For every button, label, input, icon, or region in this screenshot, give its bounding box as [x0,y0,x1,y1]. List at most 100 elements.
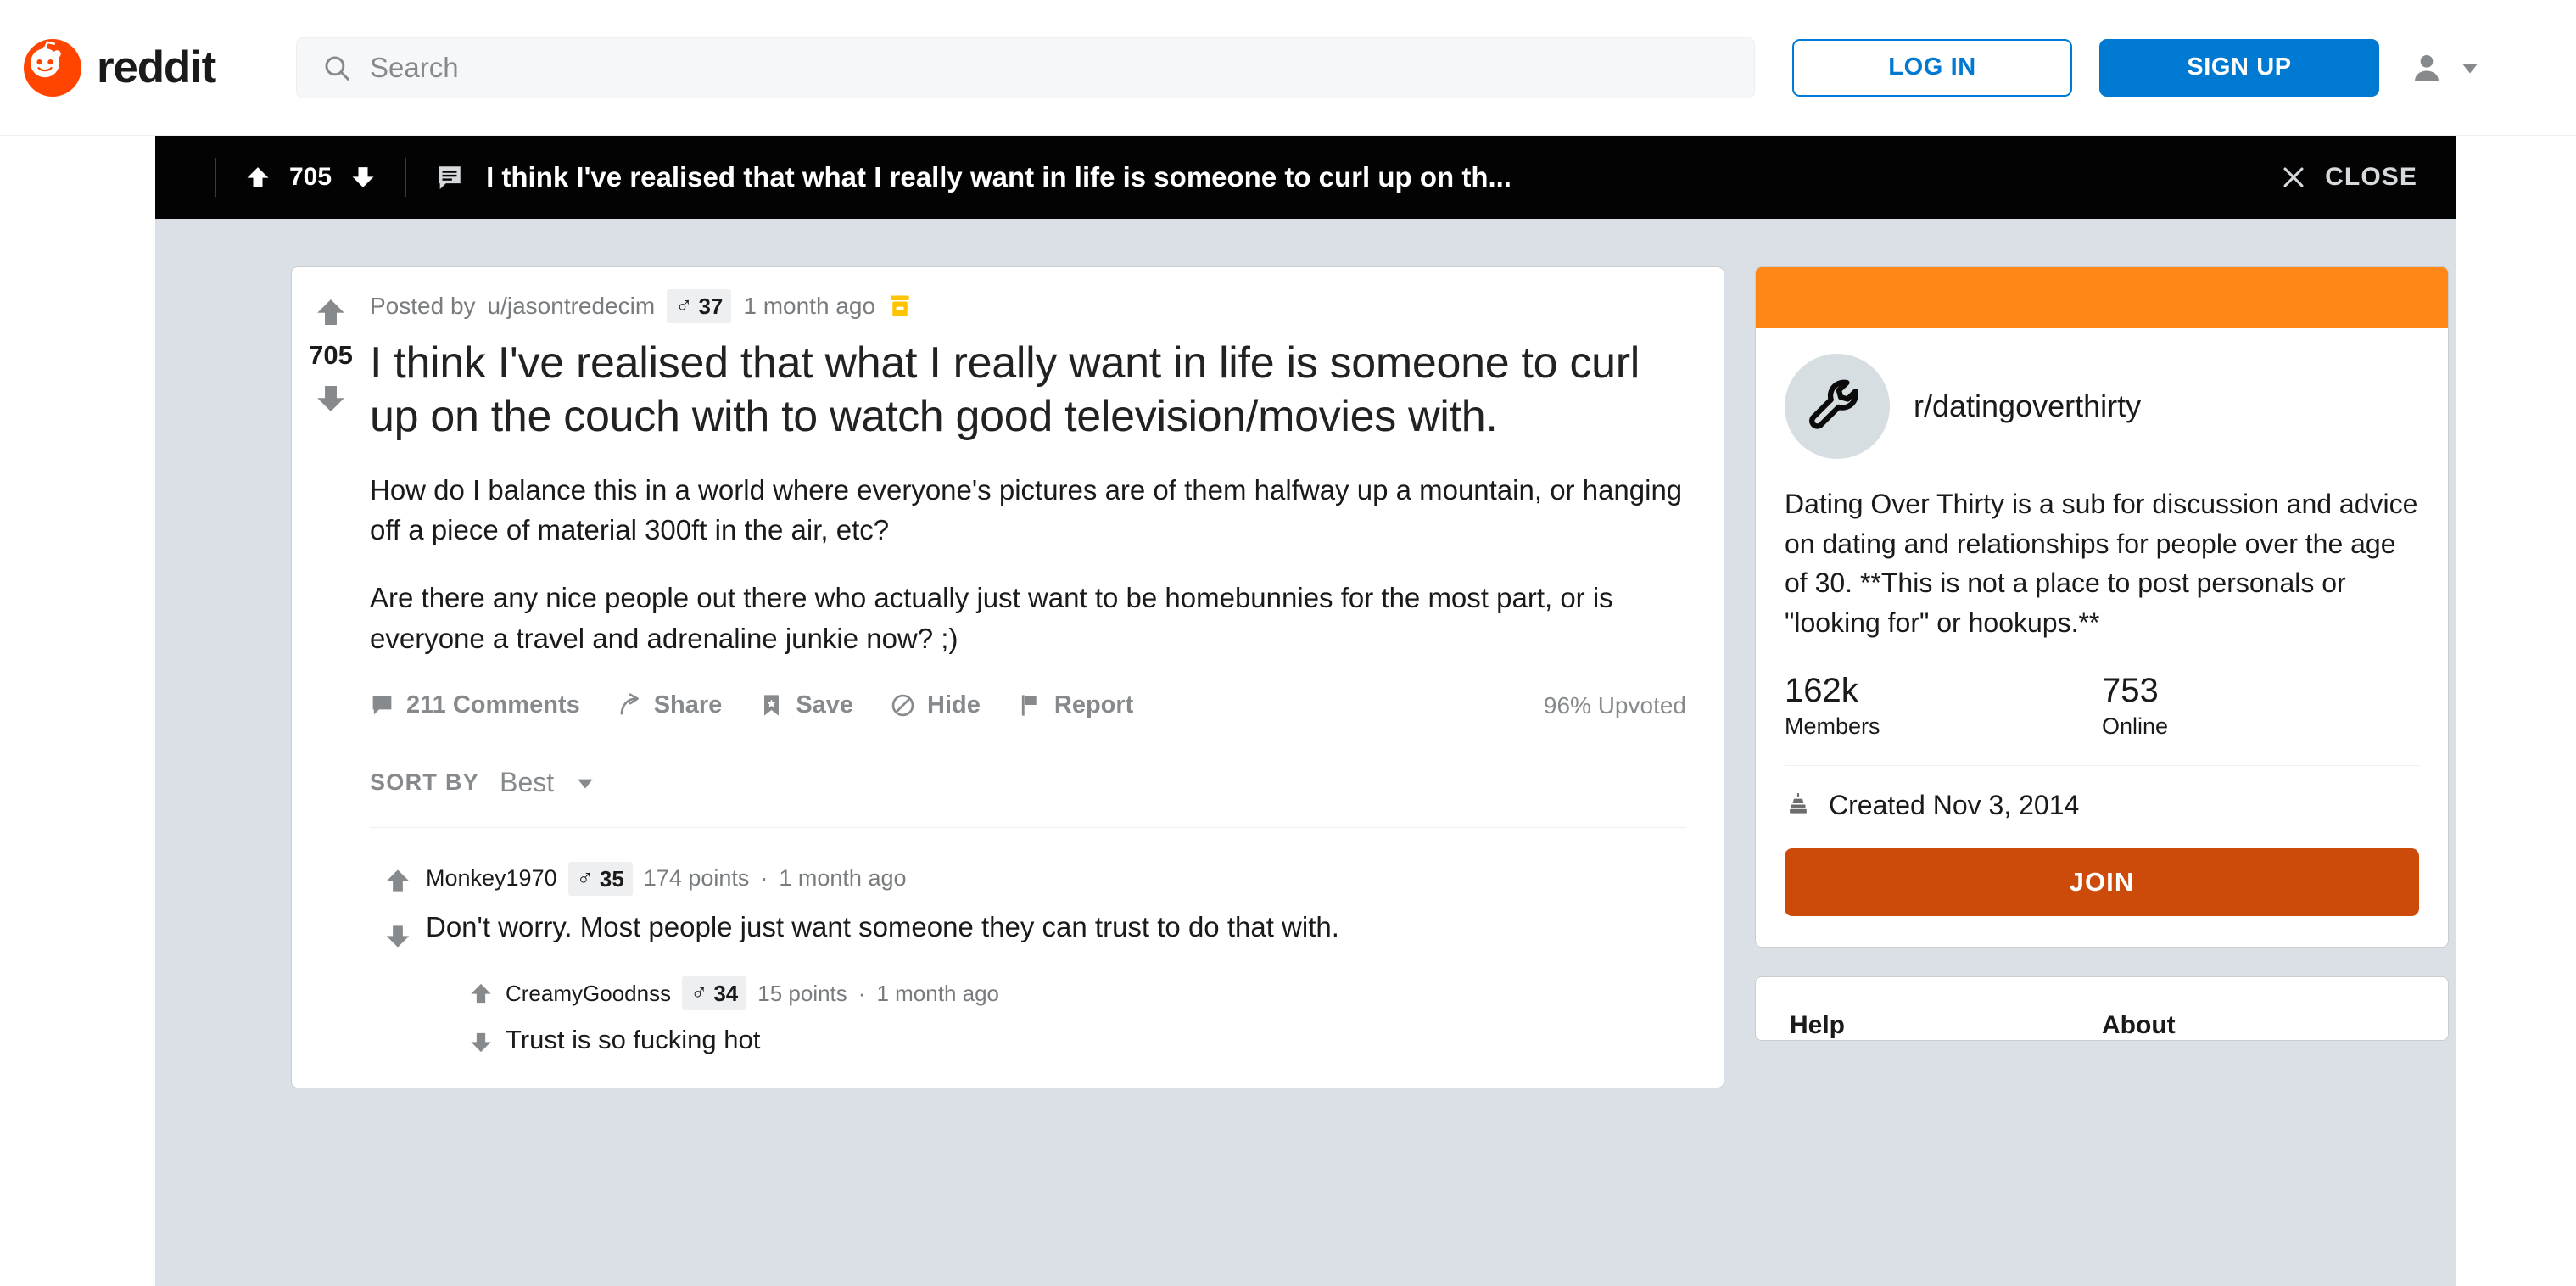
male-symbol-icon: ♂ [690,980,708,1006]
join-button[interactable]: JOIN [1785,847,2419,916]
post-action-bar: 211 Comments Share Save Hide Report 96% … [370,691,1686,719]
comment-vote-column [456,976,506,1059]
reddit-home-link[interactable]: reddit [24,38,216,97]
divider [215,158,216,197]
close-sticky-bar-button[interactable]: CLOSE [2279,163,2417,192]
male-symbol-icon: ♂ [675,293,693,318]
comment-upvote-icon[interactable] [469,981,493,1005]
comment-meta-row: CreamyGoodnss ♂ 34 15 points · 1 month a [506,976,1686,1011]
site-header: reddit Search LOG IN SIGN UP [0,0,2576,136]
comments-label: 211 Comments [406,691,580,718]
sidebar-footer-card: Help About [1755,976,2449,1041]
post-vote-score: 705 [309,340,353,370]
header-actions: LOG IN SIGN UP [1792,38,2481,97]
post-author-flair: ♂ 37 [667,289,732,323]
comment-icon [370,693,394,718]
sort-by-label: SORT BY [370,769,480,795]
footer-about-heading[interactable]: About [2102,1011,2414,1040]
sort-chevron-down-icon[interactable] [574,772,596,794]
subreddit-stats: 162k Members 753 Online [1785,672,2419,740]
avatar-icon [2410,51,2444,85]
cake-icon [1785,791,1812,819]
sticky-post-link[interactable]: I think I've realised that what I really… [435,161,2245,193]
separator-dot: · [760,865,768,892]
reddit-logo-icon [24,38,81,97]
sort-by-value[interactable]: Best [500,767,554,798]
signup-button[interactable]: SIGN UP [2099,38,2380,97]
footer-help-column: Help [1790,1011,2102,1040]
members-count: 162k [1785,671,1858,709]
comment-points: 174 points [643,865,750,892]
upvote-icon[interactable] [245,165,271,190]
comment-body: CreamyGoodnss ♂ 34 15 points · 1 month a [506,976,1686,1059]
comment-author-link[interactable]: CreamyGoodnss [506,981,671,1007]
award-icon[interactable] [887,294,913,319]
comment-text: Trust is so fucking hot [506,1025,761,1055]
sidebar-column: r/datingoverthirty Dating Over Thirty is… [1755,266,2449,1286]
online-count: 753 [2102,671,2159,709]
page-canvas: 705 I think I've realised that what I re… [155,136,2456,1286]
flair-age: 34 [713,980,739,1006]
content-grid: 705 Posted by u/jasontredecim ♂ 37 1 mon… [155,219,2456,1286]
flag-icon [1018,693,1042,718]
posted-by-label: Posted by [370,292,476,319]
footer-help-heading[interactable]: Help [1790,1011,2102,1040]
comment-bubble-icon [435,163,464,192]
sort-by-row: SORT BY Best [370,767,1686,828]
comment-timestamp: 1 month ago [779,865,907,892]
post-upvote-icon[interactable] [315,296,347,328]
subreddit-header[interactable]: r/datingoverthirty [1785,354,2419,459]
comment-list: Monkey1970 ♂ 35 174 points · 1 month ago [370,862,1686,1059]
comment-meta-row: Monkey1970 ♂ 35 174 points · 1 month ago [426,862,1686,896]
main-column: 705 Posted by u/jasontredecim ♂ 37 1 mon… [291,266,1724,1286]
comment-downvote-icon[interactable] [469,1031,493,1054]
post-downvote-icon[interactable] [315,383,347,415]
share-label: Share [653,691,723,718]
search-input[interactable]: Search [296,36,1756,98]
hide-icon [891,693,915,718]
downvote-icon[interactable] [350,165,376,190]
comment-item: Monkey1970 ♂ 35 174 points · 1 month ago [370,862,1686,1059]
online-label: Online [2102,713,2169,739]
subreddit-info-body: r/datingoverthirty Dating Over Thirty is… [1756,328,2448,947]
post-timestamp: 1 month ago [743,292,876,319]
save-label: Save [796,691,854,718]
comment-author-flair: ♂ 35 [567,862,633,896]
comment-author-link[interactable]: Monkey1970 [426,865,557,892]
chevron-down-icon [2459,57,2481,79]
hide-button[interactable]: Hide [891,691,981,719]
male-symbol-icon: ♂ [576,865,594,891]
comment-points: 15 points [757,980,847,1006]
comment-reply-item: CreamyGoodnss ♂ 34 15 points · 1 month a [456,976,1686,1059]
comment-upvote-icon[interactable] [384,867,411,894]
divider [1785,764,2419,766]
save-button[interactable]: Save [759,691,853,719]
sticky-vote-score: 705 [289,163,332,191]
divider [405,158,407,197]
login-button[interactable]: LOG IN [1792,38,2073,97]
comment-text: Don't worry. Most people just want someo… [426,910,1339,942]
subreddit-banner [1756,267,2448,328]
comment-downvote-icon[interactable] [384,923,411,950]
report-label: Report [1053,691,1134,718]
post-paragraph-2: Are there any nice people out there who … [370,582,1613,655]
post-card: 705 Posted by u/jasontredecim ♂ 37 1 mon… [291,266,1724,1088]
comment-vote-column [370,862,426,1059]
sticky-post-bar: 705 I think I've realised that what I re… [155,136,2456,219]
share-button[interactable]: Share [617,691,723,719]
online-stat: 753 Online [2102,672,2419,740]
flair-age: 35 [599,865,624,892]
report-button[interactable]: Report [1018,691,1133,719]
close-icon [2279,163,2308,192]
post-paragraph-1: How do I balance this in a world where e… [370,473,1683,546]
members-label: Members [1785,713,1880,739]
close-label: CLOSE [2325,163,2417,191]
comment-author-flair: ♂ 34 [682,976,747,1011]
subreddit-description: Dating Over Thirty is a sub for discussi… [1785,489,2418,639]
post-author-link[interactable]: u/jasontredecim [488,293,656,320]
comments-button[interactable]: 211 Comments [370,691,580,719]
created-date-row: Created Nov 3, 2014 [1785,790,2419,821]
post-meta-row: Posted by u/jasontredecim ♂ 37 1 month a… [370,289,1686,323]
user-account-menu[interactable] [2410,51,2481,85]
flair-age: 37 [698,293,724,319]
